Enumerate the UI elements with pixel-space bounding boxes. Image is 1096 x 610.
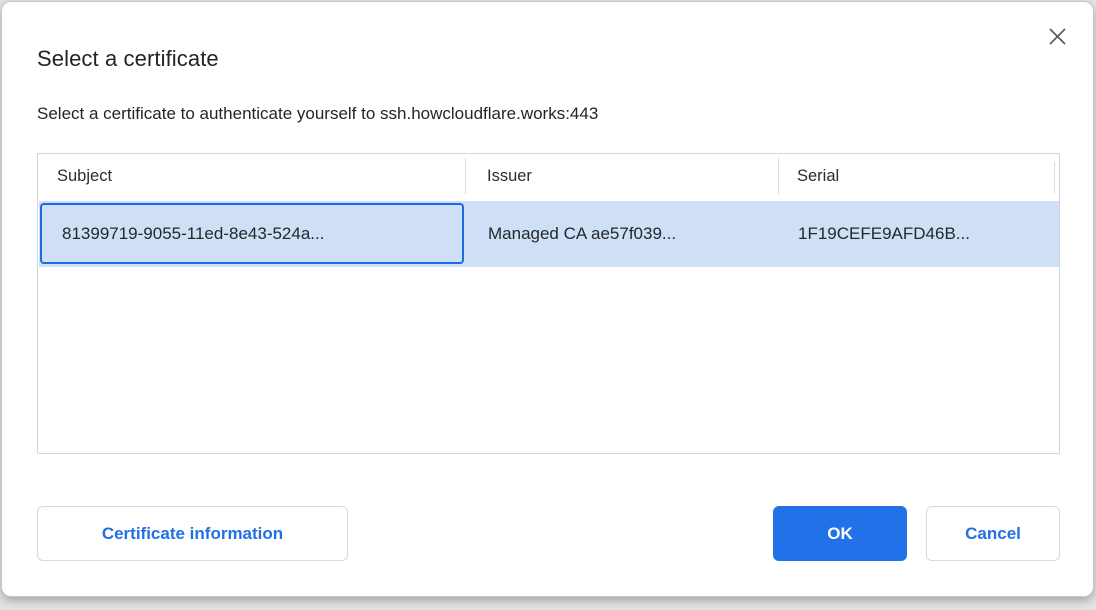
certificate-select-dialog: Select a certificate Select a certificat… [1,1,1094,597]
close-icon [1049,28,1066,45]
certificate-serial-value: 1F19CEFE9AFD46B... [798,224,970,244]
cancel-button[interactable]: Cancel [926,506,1060,561]
close-button[interactable] [1044,23,1070,49]
dialog-subtitle: Select a certificate to authenticate you… [37,104,598,124]
column-divider [1054,162,1055,193]
certificate-subject-value: 81399719-9055-11ed-8e43-524a... [62,224,324,244]
column-divider [465,158,466,194]
ok-button[interactable]: OK [773,506,907,561]
dialog-title: Select a certificate [37,46,219,72]
table-header: Subject Issuer Serial [38,154,1059,201]
certificate-subject-cell[interactable]: 81399719-9055-11ed-8e43-524a... [40,203,464,264]
column-header-issuer: Issuer [487,167,532,186]
certificate-issuer-value: Managed CA ae57f039... [488,224,676,244]
column-divider [778,158,779,194]
certificate-issuer-cell[interactable]: Managed CA ae57f039... [488,201,676,267]
certificate-row-selected[interactable]: 81399719-9055-11ed-8e43-524a... Managed … [39,201,1059,267]
certificate-information-button[interactable]: Certificate information [37,506,348,561]
column-header-subject: Subject [57,167,112,186]
certificate-table: Subject Issuer Serial 81399719-9055-11ed… [37,153,1060,454]
column-header-serial: Serial [797,167,839,186]
certificate-serial-cell[interactable]: 1F19CEFE9AFD46B... [798,201,970,267]
